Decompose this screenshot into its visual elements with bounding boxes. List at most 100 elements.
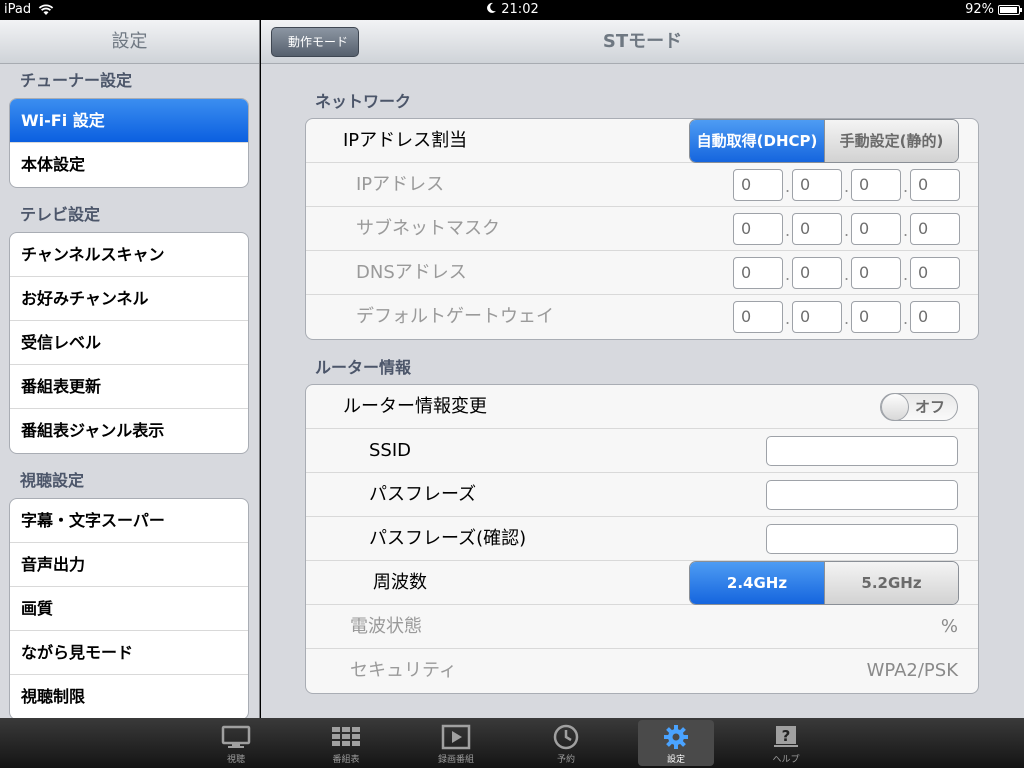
dns-address-row: DNSアドレス 0. 0. 0. 0 <box>306 251 978 295</box>
tab-settings[interactable]: 設定 <box>638 720 714 766</box>
signal-row: 電波状態 % <box>306 605 978 649</box>
tab-epg[interactable]: 番組表 <box>308 720 384 766</box>
subnet-mask-label: サブネットマスク <box>356 218 500 239</box>
passphrase-field[interactable] <box>766 480 958 510</box>
sidebar-item-picture-quality[interactable]: 画質 <box>10 587 248 631</box>
battery-icon <box>998 5 1022 15</box>
octet-input[interactable]: 0 <box>851 301 901 333</box>
octet-input[interactable]: 0 <box>851 169 901 201</box>
freq-5-2ghz-option[interactable]: 5.2GHz <box>824 562 958 604</box>
gear-icon <box>664 725 688 749</box>
octet-input[interactable]: 0 <box>733 301 783 333</box>
tab-label: 録画番組 <box>437 755 474 765</box>
moon-icon <box>487 2 497 13</box>
back-button-label: 動作モード <box>288 35 349 49</box>
octet-input[interactable]: 0 <box>910 169 960 201</box>
tab-reservations[interactable]: 予約 <box>528 720 604 766</box>
tab-label: 視聴 <box>226 755 245 765</box>
tab-help[interactable]: ? ヘルプ <box>748 720 824 766</box>
ip-assign-label: IPアドレス割当 <box>343 130 468 151</box>
octet-input[interactable]: 0 <box>792 257 842 289</box>
octet-input[interactable]: 0 <box>733 169 783 201</box>
router-change-toggle[interactable]: オフ <box>880 393 958 421</box>
sidebar-item-reception-level[interactable]: 受信レベル <box>10 321 248 365</box>
tv-icon <box>221 725 251 748</box>
security-value: WPA2/PSK <box>866 660 958 681</box>
dhcp-option[interactable]: 自動取得(DHCP) <box>690 120 824 162</box>
freq-2-4ghz-option[interactable]: 2.4GHz <box>690 562 824 604</box>
octet-input[interactable]: 0 <box>792 213 842 245</box>
svg-text:?: ? <box>782 727 791 745</box>
tab-watch[interactable]: 視聴 <box>198 720 274 766</box>
frequency-segmented: 2.4GHz 5.2GHz <box>689 561 959 605</box>
battery-percent: 92% <box>965 2 994 17</box>
passphrase-label: パスフレーズ <box>369 484 477 505</box>
sidebar-item-epg-update[interactable]: 番組表更新 <box>10 365 248 409</box>
octet-input[interactable]: 0 <box>910 213 960 245</box>
sidebar-item-audio-output[interactable]: 音声出力 <box>10 543 248 587</box>
sidebar-item-parental-control[interactable]: 視聴制限 <box>10 675 248 718</box>
ssid-label: SSID <box>369 440 412 461</box>
passphrase-confirm-row: パスフレーズ(確認) <box>306 517 978 561</box>
ip-assign-segmented: 自動取得(DHCP) 手動設定(静的) <box>689 119 959 163</box>
octet-input[interactable]: 0 <box>851 213 901 245</box>
signal-label: 電波状態 <box>350 616 422 637</box>
main-navbar: 動作モード STモード <box>261 20 1024 64</box>
octet-input[interactable]: 0 <box>733 257 783 289</box>
passphrase-row: パスフレーズ <box>306 473 978 517</box>
passphrase-confirm-field[interactable] <box>766 524 958 554</box>
grid-icon <box>332 727 360 746</box>
default-gateway-octets: 0. 0. 0. 0 <box>733 301 960 337</box>
signal-value: % <box>940 616 958 637</box>
sidebar-item-wifi[interactable]: Wi-Fi 設定 <box>10 99 248 143</box>
default-gateway-row: デフォルトゲートウェイ 0. 0. 0. 0 <box>306 295 978 339</box>
ip-address-label: IPアドレス <box>356 174 445 195</box>
static-option[interactable]: 手動設定(静的) <box>824 120 958 162</box>
security-label: セキュリティ <box>350 660 457 681</box>
sidebar-item-epg-genre[interactable]: 番組表ジャンル表示 <box>10 409 248 453</box>
dns-address-label: DNSアドレス <box>356 262 467 283</box>
octet-input[interactable]: 0 <box>851 257 901 289</box>
page-title: STモード <box>602 31 683 52</box>
sidebar-group: チャンネルスキャン お好みチャンネル 受信レベル 番組表更新 番組表ジャンル表示 <box>9 232 249 454</box>
back-button[interactable]: 動作モード <box>271 27 360 57</box>
octet-input[interactable]: 0 <box>733 213 783 245</box>
status-bar: iPad 21:02 92% <box>0 0 1024 20</box>
section-title: テレビ設定 <box>20 205 101 224</box>
sidebar-item-channel-scan[interactable]: チャンネルスキャン <box>10 233 248 277</box>
ip-address-row: IPアドレス 0. 0. 0. 0 <box>306 163 978 207</box>
sidebar-section-tv: テレビ設定 チャンネルスキャン お好みチャンネル 受信レベル 番組表更新 番組表… <box>0 198 259 454</box>
octet-input[interactable]: 0 <box>910 301 960 333</box>
router-change-label: ルーター情報変更 <box>343 396 487 417</box>
dns-address-octets: 0. 0. 0. 0 <box>733 257 960 293</box>
sidebar-item-device[interactable]: 本体設定 <box>10 143 248 187</box>
clock: 21:02 <box>501 2 539 17</box>
router-group: ルーター情報変更 オフ SSID パスフレーズ パスフレーズ(確認) 周波数 2… <box>305 384 979 694</box>
sidebar-item-subtitles[interactable]: 字幕・文字スーパー <box>10 499 248 543</box>
sidebar-section-tuner: チューナー設定 Wi-Fi 設定 本体設定 <box>0 64 259 188</box>
octet-input[interactable]: 0 <box>792 301 842 333</box>
section-title: チューナー設定 <box>20 71 133 90</box>
sidebar-item-favorite-channels[interactable]: お好みチャンネル <box>10 277 248 321</box>
sidebar-section-viewing: 視聴設定 字幕・文字スーパー 音声出力 画質 ながら見モード 視聴制限 <box>0 464 259 718</box>
ip-assign-row: IPアドレス割当 自動取得(DHCP) 手動設定(静的) <box>306 119 978 163</box>
default-gateway-label: デフォルトゲートウェイ <box>356 306 554 327</box>
passphrase-confirm-label: パスフレーズ(確認) <box>369 528 527 549</box>
sidebar-title: 設定 <box>0 20 259 64</box>
help-icon: ? <box>774 726 798 747</box>
sidebar-item-nagara-mode[interactable]: ながら見モード <box>10 631 248 675</box>
toggle-knob <box>881 393 909 421</box>
tab-label: 予約 <box>556 755 575 765</box>
frequency-label: 周波数 <box>373 572 427 593</box>
security-row: セキュリティ WPA2/PSK <box>306 649 978 693</box>
octet-input[interactable]: 0 <box>792 169 842 201</box>
router-change-row: ルーター情報変更 オフ <box>306 385 978 429</box>
ssid-field[interactable] <box>766 436 958 466</box>
subnet-mask-row: サブネットマスク 0. 0. 0. 0 <box>306 207 978 251</box>
network-group: IPアドレス割当 自動取得(DHCP) 手動設定(静的) IPアドレス 0. 0… <box>305 118 979 340</box>
ip-address-octets: 0. 0. 0. 0 <box>733 169 960 205</box>
clock-icon <box>553 724 579 750</box>
octet-input[interactable]: 0 <box>910 257 960 289</box>
frequency-row: 周波数 2.4GHz 5.2GHz <box>306 561 978 605</box>
tab-recordings[interactable]: 録画番組 <box>418 720 494 766</box>
